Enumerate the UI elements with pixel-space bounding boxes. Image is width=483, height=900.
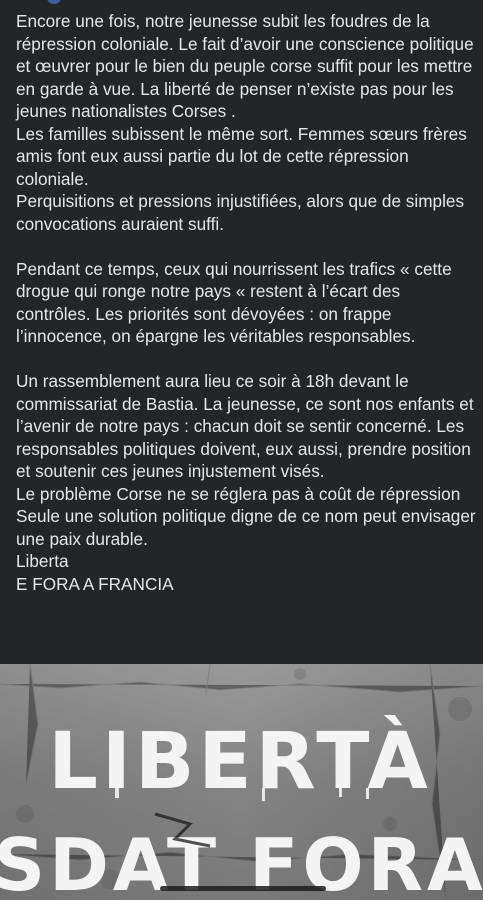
avatar[interactable] xyxy=(47,0,61,4)
post-paragraph: Pendant ce temps, ceux qui nourrissent l… xyxy=(16,258,457,347)
home-indicator[interactable] xyxy=(160,886,326,891)
post-body: Encore une fois, notre jeunesse subit le… xyxy=(16,10,478,595)
graffiti-text-liberta: LIBERTÀ xyxy=(48,715,432,807)
post-paragraph: Un rassemblement aura lieu ce soir à 18h… xyxy=(16,371,476,594)
graffiti-wall-image: LIBERTÀ SDAT FORA xyxy=(0,664,483,900)
post-photo[interactable]: LIBERTÀ SDAT FORA xyxy=(0,664,483,900)
post-paragraph: Encore une fois, notre jeunesse subit le… xyxy=(16,11,474,234)
